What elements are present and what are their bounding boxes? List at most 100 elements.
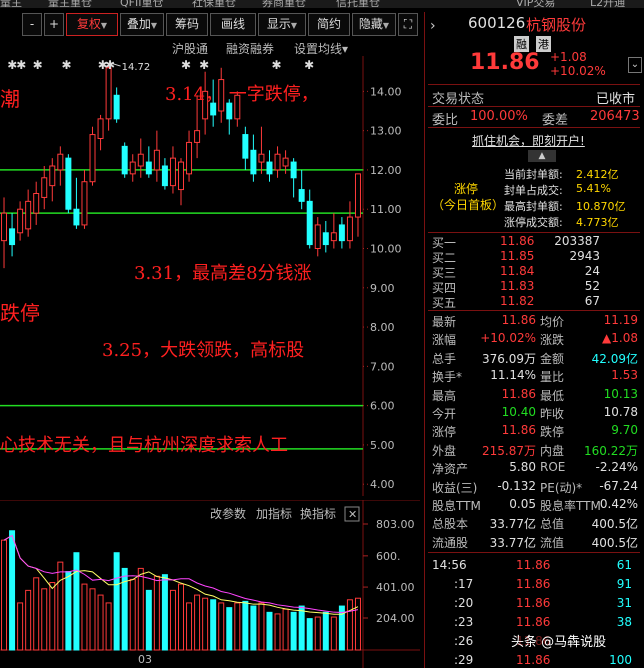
limit-row-label: 最高封单额: <box>504 200 563 213</box>
candle-body <box>145 161 152 175</box>
chart-annotation: 3.31，最高差8分钱涨 <box>134 263 312 284</box>
tick-time: :29 <box>454 653 474 667</box>
candle-body <box>25 200 32 230</box>
top-menu-item[interactable]: QFII重仓 <box>120 0 163 8</box>
price-change: +1.08 <box>550 50 587 64</box>
stat-value: -0.132 <box>497 478 536 493</box>
hide-button[interactable]: 隐藏▼ <box>352 13 396 36</box>
bid-price: 11.85 <box>500 249 535 263</box>
weicha-value: 206473 <box>590 109 640 124</box>
collapse-arrow-icon[interactable]: ▲ <box>528 150 556 162</box>
candle <box>89 126 96 186</box>
bid-volume: 2943 <box>569 249 600 263</box>
stat-label: 最高 <box>432 388 457 403</box>
weicha-label: 委差 <box>542 113 569 128</box>
top-menu-item[interactable]: VIP交易 <box>516 0 555 8</box>
open-account-link[interactable]: 抓住机会，即刻开户! <box>472 132 585 149</box>
volume-bar <box>25 589 32 651</box>
watermark: 头条 @马犇说股 <box>507 632 637 654</box>
candle <box>338 217 345 249</box>
stock-code: 600126 <box>468 14 526 32</box>
hk-connect-link[interactable]: 沪股通 <box>172 40 208 57</box>
display-button[interactable]: 显示▼ <box>258 13 306 36</box>
volume-bar <box>57 561 64 651</box>
top-menu-item[interactable]: 社保重仓 <box>192 0 236 8</box>
top-menu-item[interactable]: L2开通 <box>590 0 625 8</box>
event-star-icon: ✱ <box>33 58 43 72</box>
stat-label: 流通股 <box>432 535 469 550</box>
candle <box>266 150 273 182</box>
stat-value: 42.09亿 <box>591 351 638 366</box>
stat-label: 量比 <box>540 370 565 385</box>
candle <box>306 189 313 249</box>
draw-line-button[interactable]: 画线 <box>210 13 256 36</box>
top-menu-item[interactable]: 量主 <box>0 0 22 8</box>
y-tick-label: 204.00 <box>376 612 415 625</box>
stat-label: 换手* <box>432 370 463 385</box>
volume-bar <box>65 571 72 651</box>
volume-bar <box>226 607 233 651</box>
stat-value: 9.70 <box>611 423 638 438</box>
chevron-down-icon: ▼ <box>150 21 158 30</box>
indicator-control-button[interactable]: 换指标 <box>300 506 336 521</box>
volume-bar <box>9 530 16 651</box>
indicator-control-button[interactable]: 改参数 <box>210 506 246 521</box>
close-icon[interactable]: ✕ <box>348 508 357 521</box>
candle-body <box>121 145 128 175</box>
candle-body <box>33 193 40 214</box>
chart-toolbar: - + 复权▼ 叠加▼ 筹码 画线 显示▼ 简约 隐藏▼ ⛶ <box>0 12 420 37</box>
event-star-icon: ✱ <box>304 58 314 72</box>
max-marker-label: 14.72 <box>122 62 151 73</box>
y-tick-label: 13.00 <box>370 125 402 138</box>
zoom-out-button[interactable]: - <box>22 13 42 36</box>
volume-bar <box>322 611 329 651</box>
y-tick-label: 803.00 <box>376 518 415 531</box>
stat-label: 总手 <box>432 351 457 366</box>
volume-bar <box>97 594 104 651</box>
chips-button[interactable]: 筹码 <box>166 13 208 36</box>
volume-bar <box>186 602 193 651</box>
stat-value: 11.86 <box>501 313 536 327</box>
candle-body <box>89 134 96 183</box>
simple-mode-button[interactable]: 简约 <box>308 13 350 36</box>
bid-price: 11.86 <box>500 234 535 248</box>
candle <box>57 146 64 186</box>
chevron-down-icon: ▼ <box>382 21 390 30</box>
stat-label: 最低 <box>540 388 565 403</box>
candle-body <box>194 130 201 143</box>
tick-time: :23 <box>454 615 474 629</box>
candle-body <box>322 232 329 246</box>
ma-settings-link[interactable]: 设置均线▾ <box>294 40 348 57</box>
more-button[interactable]: ⌄ <box>628 57 642 73</box>
candle <box>258 126 265 174</box>
candle <box>145 146 152 178</box>
volume-bar <box>17 602 24 651</box>
expand-icon[interactable]: ⛶ <box>398 13 418 36</box>
stat-label: 涨幅 <box>432 333 457 348</box>
y-tick-label: 10.00 <box>370 243 402 256</box>
tick-volume: 100 <box>609 653 632 667</box>
adjust-price-button[interactable]: 复权▼ <box>66 13 118 36</box>
overlay-button[interactable]: 叠加▼ <box>120 13 164 36</box>
candle <box>290 158 297 198</box>
chevron-down-icon: ▼ <box>290 21 298 30</box>
top-menu-item[interactable]: 量主重仓 <box>48 0 92 8</box>
chart-annotation: 3.25，大跌领跌，高标股 <box>102 340 304 361</box>
candle-body <box>338 224 345 242</box>
candle-body <box>314 224 321 250</box>
stat-label: 净资产 <box>432 462 469 477</box>
volume-chart[interactable]: 改参数 加指标 换指标 ✕ 803.00 600. 401.00 204.00 03 <box>0 500 420 668</box>
candle <box>137 138 144 178</box>
event-star-icon: ✱ <box>16 58 26 72</box>
volume-bar <box>113 552 120 651</box>
candlestick-chart[interactable]: 14.00 13.00 12.00 11.00 10.00 9.00 8.00 7.00 6.0… <box>0 56 420 496</box>
top-menu-item[interactable]: 券商重仓 <box>262 0 306 8</box>
stat-label: 均价 <box>540 315 565 329</box>
axis-gap <box>364 56 367 496</box>
indicator-control-button[interactable]: 加指标 <box>256 506 292 521</box>
margin-trading-link[interactable]: 融资融券 <box>226 40 274 57</box>
zoom-in-button[interactable]: + <box>44 13 64 36</box>
stat-label: 金额 <box>540 351 565 366</box>
volume-bar <box>250 605 257 651</box>
top-menu-item[interactable]: 信托重仓 <box>336 0 380 8</box>
